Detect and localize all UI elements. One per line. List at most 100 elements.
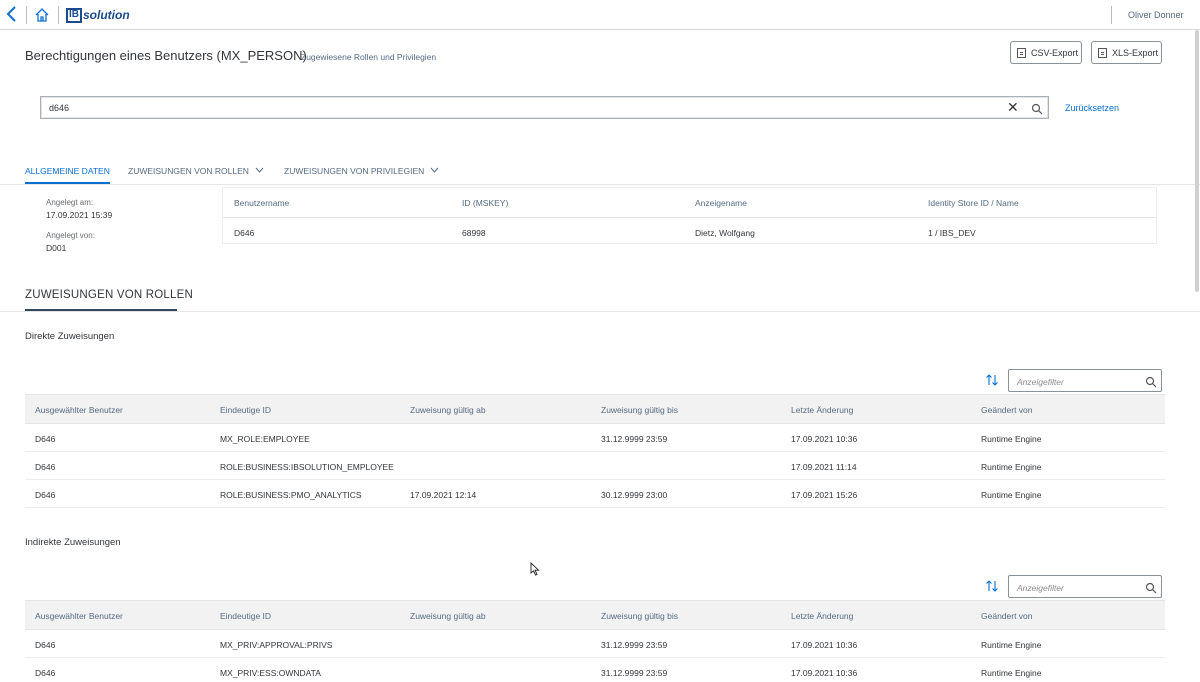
search-icon[interactable] [1145, 375, 1157, 388]
export-icon [1098, 47, 1107, 58]
tab-active-indicator [25, 182, 110, 184]
xls-export-label: XLS-Export [1112, 47, 1159, 58]
table-cell: MX_ROLE:EMPLOYEE [220, 434, 310, 444]
table-cell: MX_PRIV:ESS:OWNDATA [220, 668, 321, 678]
column-header: ID (MSKEY) [462, 198, 509, 208]
table-cell: 31.12.9999 23:59 [601, 640, 668, 650]
identity-store-value: 1 / IBS_DEV [928, 228, 976, 238]
shell-divider [1111, 6, 1112, 24]
user-menu[interactable]: Oliver Donner [1128, 10, 1184, 20]
sort-icon[interactable] [985, 579, 999, 593]
table-cell: ROLE:BUSINESS:PMO_ANALYTICS [220, 490, 362, 500]
reset-link[interactable]: Zurücksetzen [1065, 103, 1119, 113]
mouse-cursor-icon [530, 561, 540, 576]
table-row[interactable]: D646 ROLE:BUSINESS:PMO_ANALYTICS 17.09.2… [25, 480, 1165, 508]
table-cell: 31.12.9999 23:59 [601, 434, 668, 444]
column-header[interactable]: Geändert von [981, 611, 1033, 621]
table-cell: Runtime Engine [981, 640, 1042, 650]
user-info-table: Benutzername ID (MSKEY) Anzeigename Iden… [222, 187, 1157, 244]
table-cell: 17.09.2021 15:26 [791, 490, 858, 500]
section-title: ZUWEISUNGEN VON ROLLEN [25, 289, 193, 301]
tab-privilege-assignments[interactable]: ZUWEISUNGEN VON PRIVILEGIEN [284, 166, 424, 176]
table-header: Ausgewählter Benutzer Eindeutige ID Zuwe… [25, 394, 1165, 424]
table-cell: D646 [35, 640, 56, 650]
logo-text: solution [83, 8, 130, 22]
back-arrow-icon[interactable] [6, 6, 22, 24]
search-value: d646 [49, 103, 70, 113]
search-input[interactable]: d646 ✕ [40, 96, 1049, 119]
direct-assignments-title: Direkte Zuweisungen [25, 331, 115, 342]
logo-mark: IB [66, 7, 82, 23]
filter-placeholder: Anzeigefilter [1017, 583, 1064, 593]
column-header[interactable]: Zuweisung gültig ab [410, 405, 486, 415]
info-table-header: Benutzername ID (MSKEY) Anzeigename Iden… [223, 188, 1156, 218]
table-row[interactable]: D646 MX_PRIV:APPROVAL:PRIVS 31.12.9999 2… [25, 630, 1165, 658]
column-header[interactable]: Eindeutige ID [220, 405, 271, 415]
column-header[interactable]: Zuweisung gültig ab [410, 611, 486, 621]
table-cell: 17.09.2021 10:36 [791, 668, 858, 678]
table-header: Ausgewählter Benutzer Eindeutige ID Zuwe… [25, 600, 1165, 630]
mskey-value: 68998 [462, 228, 486, 238]
display-filter-input[interactable]: Anzeigefilter [1008, 575, 1162, 598]
table-cell: 17.09.2021 11:14 [791, 462, 857, 472]
column-header[interactable]: Eindeutige ID [220, 611, 271, 621]
table-cell: Runtime Engine [981, 490, 1042, 500]
table-cell: 17.09.2021 10:36 [791, 640, 858, 650]
table-cell: D646 [35, 434, 56, 444]
created-on-label: Angelegt am: [46, 198, 94, 207]
page-scrollbar[interactable] [1195, 30, 1199, 292]
table-row[interactable]: D646 ROLE:BUSINESS:IBSOLUTION_EMPLOYEE 1… [25, 452, 1165, 480]
column-header[interactable]: Ausgewählter Benutzer [35, 405, 123, 415]
display-filter-input[interactable]: Anzeigefilter [1008, 369, 1162, 392]
table-cell: MX_PRIV:APPROVAL:PRIVS [220, 640, 333, 650]
company-logo[interactable]: IB solution [66, 7, 130, 23]
table-cell: D646 [35, 462, 56, 472]
created-by-value: D001 [46, 243, 67, 253]
shell-divider [26, 6, 27, 24]
created-by-label: Angelegt von: [46, 231, 95, 240]
table-cell: 17.09.2021 12:14 [410, 490, 477, 500]
table-cell: Runtime Engine [981, 462, 1042, 472]
username-value: D646 [234, 228, 255, 238]
column-header[interactable]: Letzte Änderung [791, 405, 853, 415]
column-header[interactable]: Zuweisung gültig bis [601, 611, 678, 621]
page-title: Berechtigungen eines Benutzers (MX_PERSO… [25, 48, 307, 63]
home-icon[interactable] [34, 7, 50, 23]
tab-bar: ALLGEMEINE DATEN ZUWEISUNGEN VON ROLLEN … [0, 158, 1200, 185]
page-subtitle: Zugewiesene Rollen und Privilegien [301, 52, 437, 62]
table-cell: Runtime Engine [981, 434, 1042, 444]
column-header: Benutzername [234, 198, 290, 208]
display-name-value: Dietz, Wolfgang [695, 228, 755, 238]
sort-icon[interactable] [985, 373, 999, 387]
column-header[interactable]: Zuweisung gültig bis [601, 405, 678, 415]
created-on-value: 17.09.2021 15:39 [46, 210, 113, 220]
shell-bar: IB solution Oliver Donner [0, 0, 1200, 30]
column-header[interactable]: Ausgewählter Benutzer [35, 611, 123, 621]
chevron-down-icon[interactable] [430, 166, 439, 175]
search-icon[interactable] [1145, 581, 1157, 594]
table-cell: 30.12.9999 23:00 [601, 490, 668, 500]
table-row[interactable]: D646 MX_PRIV:ESS:OWNDATA 31.12.9999 23:5… [25, 658, 1165, 682]
csv-export-button[interactable]: CSV-Export [1010, 41, 1082, 64]
tab-role-assignments[interactable]: ZUWEISUNGEN VON ROLLEN [128, 166, 249, 176]
column-header[interactable]: Letzte Änderung [791, 611, 853, 621]
section-divider [0, 311, 1200, 312]
column-header: Identity Store ID / Name [928, 198, 1019, 208]
column-header: Anzeigename [695, 198, 747, 208]
tab-general-data[interactable]: ALLGEMEINE DATEN [25, 166, 110, 176]
clear-icon[interactable]: ✕ [1007, 99, 1019, 116]
column-header[interactable]: Geändert von [981, 405, 1033, 415]
search-icon[interactable] [1031, 102, 1043, 115]
table-row[interactable]: D646 MX_ROLE:EMPLOYEE 31.12.9999 23:59 1… [25, 424, 1165, 452]
table-cell: D646 [35, 668, 56, 678]
table-cell: D646 [35, 490, 56, 500]
indirect-assignments-title: Indirekte Zuweisungen [25, 537, 121, 548]
table-cell: 31.12.9999 23:59 [601, 668, 668, 678]
filter-placeholder: Anzeigefilter [1017, 377, 1064, 387]
shell-divider [58, 6, 59, 24]
chevron-down-icon[interactable] [255, 166, 264, 175]
table-cell: 17.09.2021 10:36 [791, 434, 858, 444]
table-cell: Runtime Engine [981, 668, 1042, 678]
xls-export-button[interactable]: XLS-Export [1091, 41, 1162, 64]
table-cell: ROLE:BUSINESS:IBSOLUTION_EMPLOYEE [220, 462, 394, 472]
